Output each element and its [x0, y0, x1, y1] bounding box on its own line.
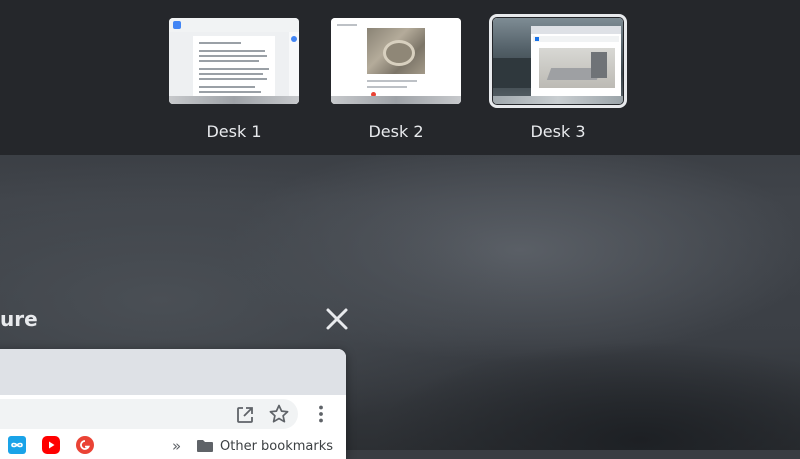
bookmark-star-button[interactable]	[268, 403, 290, 425]
star-icon	[269, 404, 289, 423]
desk-2-label: Desk 2	[368, 122, 424, 141]
browser-toolbar	[0, 395, 346, 433]
window-title: ure	[0, 307, 38, 331]
close-icon	[326, 308, 348, 330]
bookmark-infinity-icon[interactable]	[8, 436, 26, 454]
desk-3-thumbnail	[489, 14, 627, 108]
more-vert-icon	[319, 405, 323, 423]
close-window-button[interactable]	[322, 304, 352, 334]
desk-1-thumbnail	[169, 18, 299, 104]
desk-3[interactable]: Desk 3	[489, 14, 627, 144]
browser-menu-button[interactable]	[310, 403, 332, 425]
tab-strip	[0, 349, 346, 395]
desk-3-label: Desk 3	[530, 122, 586, 141]
desk-2[interactable]: Desk 2	[327, 14, 465, 144]
bookmark-youtube-icon[interactable]	[42, 436, 60, 454]
desks-bar: Desk 1 Desk 2 Desk 3	[0, 0, 800, 155]
bookmark-google-plus-icon[interactable]	[76, 436, 94, 454]
desk-1-label: Desk 1	[206, 122, 262, 141]
other-bookmarks-label[interactable]: Other bookmarks	[220, 439, 333, 454]
bookmarks-bar: » Other bookmarks	[0, 433, 346, 459]
open-in-new-button[interactable]	[234, 404, 256, 426]
desk-2-thumbnail	[331, 18, 461, 104]
open-in-new-icon	[237, 407, 253, 423]
bookmarks-overflow-chevron[interactable]: »	[172, 437, 181, 455]
desk-1[interactable]: Desk 1	[165, 14, 303, 144]
folder-icon	[197, 440, 213, 452]
browser-window-preview[interactable]: » Other bookmarks	[0, 349, 346, 459]
